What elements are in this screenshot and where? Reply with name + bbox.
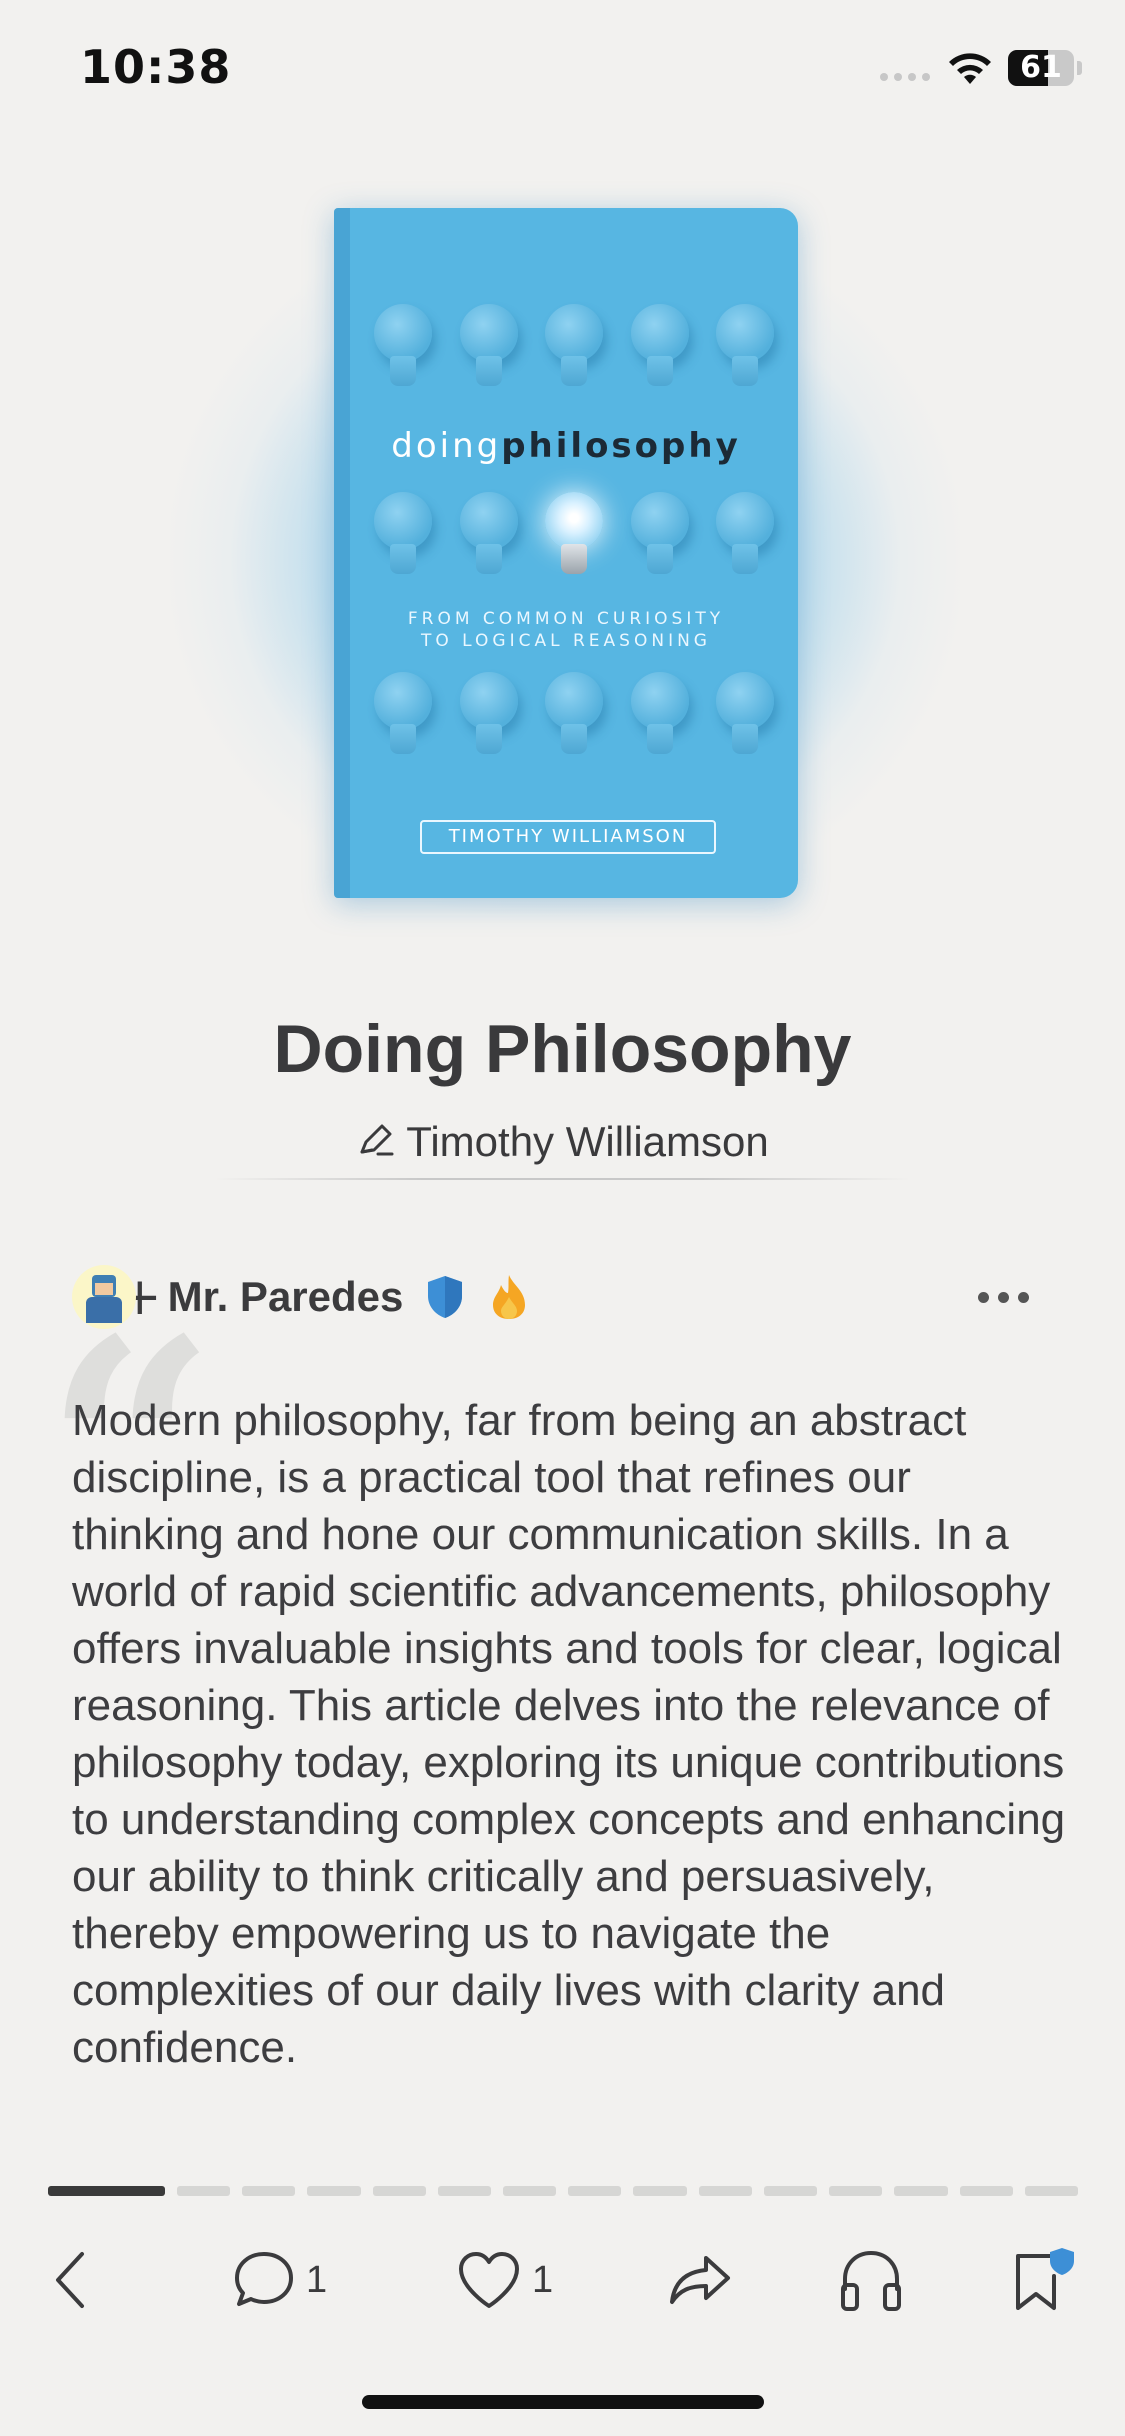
status-bar: 10:38 61	[0, 0, 1125, 140]
fire-icon	[493, 1275, 526, 1319]
lightbulb-icon	[459, 304, 518, 394]
lightbulb-icon	[374, 672, 432, 762]
lightbulb-icon	[459, 672, 518, 762]
page-dash-active	[48, 2186, 166, 2196]
page-dash	[894, 2186, 948, 2196]
cover-subtitle-line2: TO LOGICAL REASONING	[421, 631, 711, 651]
heart-icon	[459, 2252, 519, 2308]
cover-author: TIMOTHY WILLIAMSON	[420, 820, 716, 854]
wifi-icon	[949, 53, 991, 84]
page-dash	[829, 2186, 883, 2196]
lightbulb-icon	[545, 304, 603, 394]
page-dash	[763, 2186, 818, 2196]
bookmark-button[interactable]	[1010, 2248, 1076, 2312]
avatar[interactable]	[72, 1265, 136, 1329]
divider	[215, 1178, 910, 1180]
page-dash	[698, 2186, 752, 2196]
bottom-toolbar	[0, 2240, 1125, 2340]
page-dash	[372, 2186, 426, 2196]
author-name: Timothy Williamson	[406, 1118, 769, 1165]
share-button[interactable]	[668, 2248, 732, 2312]
listen-button[interactable]	[838, 2248, 904, 2312]
cover-title-word2: philosophy	[501, 426, 741, 466]
like-count: 1	[532, 2258, 554, 2301]
page-dash	[568, 2186, 622, 2196]
lightbulb-icon	[630, 672, 689, 762]
cover-subtitle: FROM COMMON CURIOSITY TO LOGICAL REASONI…	[334, 608, 798, 652]
lightbulb-icon	[716, 672, 774, 762]
status-time: 10:38	[80, 40, 232, 94]
back-icon	[56, 2252, 84, 2308]
battery-level: 61	[1020, 50, 1062, 85]
page-dash	[1024, 2186, 1078, 2196]
author-link[interactable]: Timothy Williamson	[0, 1118, 1125, 1166]
cellular-signal-icon	[880, 73, 930, 81]
bulb-row	[374, 672, 774, 762]
lightbulb-icon	[630, 304, 689, 394]
pen-icon	[360, 1124, 394, 1156]
page-dash	[633, 2186, 687, 2196]
headphones-icon	[841, 2250, 901, 2311]
shield-icon	[428, 1276, 463, 1318]
lightbulb-icon	[716, 492, 774, 582]
cover-spine	[334, 208, 350, 898]
lightbulb-icon	[545, 672, 603, 762]
review-text: Modern philosophy, far from being an abs…	[72, 1396, 1066, 2072]
review-author[interactable]: + Mr. Paredes	[72, 1262, 529, 1332]
lightbulb-icon	[630, 492, 689, 582]
more-icon[interactable]	[978, 1292, 1029, 1303]
share-icon	[670, 2256, 730, 2304]
home-indicator[interactable]	[362, 2395, 764, 2409]
lightbulb-icon	[374, 304, 432, 394]
book-cover[interactable]: doingphilosophy FROM COMMON CURIOSITY TO…	[334, 208, 798, 898]
page-dash	[177, 2186, 231, 2196]
page-dash	[959, 2186, 1013, 2196]
bulb-row	[374, 304, 774, 394]
battery-cap	[1077, 61, 1082, 75]
lightbulb-icon	[459, 492, 518, 582]
comment-button[interactable]: 1	[232, 2248, 327, 2312]
page-dash	[503, 2186, 557, 2196]
user-name[interactable]: Mr. Paredes	[168, 1273, 404, 1321]
battery-icon: 61	[1008, 50, 1074, 86]
like-button[interactable]: 1	[456, 2248, 553, 2312]
page-dash	[437, 2186, 492, 2196]
comment-count: 1	[306, 2258, 328, 2301]
page-indicator	[48, 2186, 1078, 2196]
cover-subtitle-line1: FROM COMMON CURIOSITY	[407, 609, 725, 629]
cover-title-word1: doing	[391, 426, 502, 466]
page-dash	[242, 2186, 296, 2196]
lit-lightbulb-icon	[545, 492, 603, 582]
bookmark-icon	[1016, 2248, 1074, 2310]
back-button[interactable]	[50, 2248, 90, 2312]
book-title: Doing Philosophy	[273, 1011, 852, 1087]
lightbulb-icon	[374, 492, 432, 582]
page-dash	[307, 2186, 361, 2196]
bulb-row	[374, 492, 774, 582]
lightbulb-icon	[716, 304, 774, 394]
comment-icon	[235, 2252, 293, 2306]
cover-title: doingphilosophy	[334, 426, 798, 466]
